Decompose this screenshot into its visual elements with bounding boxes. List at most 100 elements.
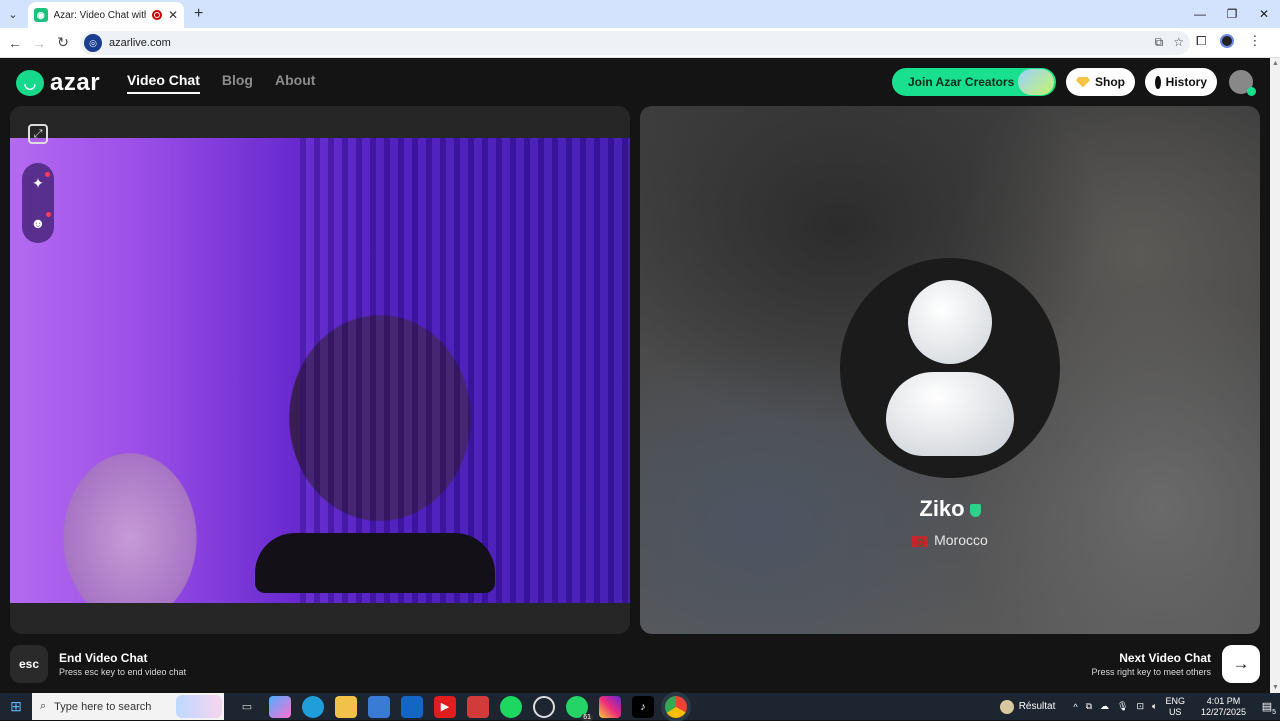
windows-start-icon[interactable]: ⊞ bbox=[0, 693, 32, 720]
copilot-icon[interactable] bbox=[269, 695, 291, 718]
cloud-icon[interactable]: ☁ bbox=[1100, 701, 1109, 712]
my-video-panel: ⤢ ✦ ☻ bbox=[10, 106, 630, 634]
end-chat-hint: Press esc key to end video chat bbox=[59, 667, 187, 677]
omnibox[interactable]: ◎ azarlive.com ⧉ ☆ bbox=[80, 31, 1190, 55]
back-button[interactable]: ← bbox=[3, 31, 27, 55]
next-chat-hint: Press right key to meet others bbox=[1091, 667, 1211, 677]
lang-code: ENG bbox=[1165, 695, 1185, 706]
partner-avatar-placeholder bbox=[840, 258, 1060, 478]
sticker-face-icon[interactable]: ☻ bbox=[31, 212, 52, 231]
instagram-icon[interactable] bbox=[599, 695, 621, 718]
end-chat-title: End Video Chat bbox=[59, 651, 148, 665]
partner-video-panel: Ziko Morocco bbox=[640, 106, 1260, 634]
next-chat-button[interactable]: → bbox=[1222, 645, 1260, 683]
page-scrollbar[interactable]: ▲ ▼ bbox=[1270, 58, 1280, 693]
language-indicator[interactable]: ENG US bbox=[1165, 696, 1185, 718]
notification-center-icon[interactable]: ▤ 5 bbox=[1254, 693, 1280, 720]
nav-video-chat[interactable]: Video Chat bbox=[127, 72, 200, 94]
online-badge-icon bbox=[1247, 87, 1256, 96]
nav-blog[interactable]: Blog bbox=[222, 72, 253, 94]
reload-button[interactable]: ↻ bbox=[51, 31, 75, 55]
self-camera-feed bbox=[10, 138, 630, 603]
profile-icon[interactable] bbox=[1220, 34, 1235, 48]
logo-text: azar bbox=[50, 69, 101, 96]
film-app-icon[interactable] bbox=[467, 695, 489, 718]
main-nav: Video Chat Blog About bbox=[127, 72, 315, 94]
history-button[interactable]: History bbox=[1145, 68, 1217, 96]
creators-badge-icon bbox=[1018, 69, 1054, 95]
chrome-icon[interactable] bbox=[665, 695, 687, 718]
azar-logo[interactable]: ◡ azar bbox=[16, 69, 100, 97]
partner-country: Morocco bbox=[934, 532, 988, 548]
tray-app-icon[interactable]: ⧉ bbox=[1086, 701, 1092, 712]
install-app-icon[interactable]: ⧉ bbox=[1155, 35, 1164, 50]
azar-favicon-icon: ◉ bbox=[34, 8, 48, 22]
close-tab-icon[interactable]: ✕ bbox=[168, 8, 178, 22]
clock-time: 4:01 PM bbox=[1206, 695, 1241, 706]
edge-icon[interactable] bbox=[302, 695, 324, 718]
whatsapp-icon[interactable]: 61 bbox=[566, 695, 593, 721]
url-text: azarlive.com bbox=[109, 37, 171, 49]
pinned-apps: ▭ ▶ 61 ♪ bbox=[236, 695, 687, 721]
nav-about[interactable]: About bbox=[275, 72, 315, 94]
shop-label: Shop bbox=[1095, 75, 1125, 89]
expand-icon[interactable]: ⤢ bbox=[28, 124, 48, 144]
weather-label: Résultat bbox=[1018, 701, 1056, 712]
speedometer-icon[interactable] bbox=[533, 695, 555, 718]
new-tab-button[interactable]: + bbox=[194, 5, 203, 23]
extensions-icon[interactable]: ⧠ bbox=[1196, 33, 1206, 49]
active-tab[interactable]: ◉ Azar: Video Chat with New ✕ bbox=[28, 2, 184, 28]
address-bar-row: ← → ↻ ◎ azarlive.com ⧉ ☆ bbox=[0, 28, 1280, 58]
microphone-icon[interactable]: 🎙︎ bbox=[1117, 701, 1128, 712]
azar-logo-icon: ◡ bbox=[16, 70, 44, 96]
sunglasses bbox=[255, 533, 495, 593]
join-creators-button[interactable]: Join Azar Creators bbox=[892, 68, 1056, 96]
store-icon[interactable] bbox=[368, 695, 390, 718]
notification-count: 5 bbox=[1272, 709, 1276, 716]
history-label: History bbox=[1165, 75, 1207, 89]
network-icon[interactable]: ⊡ bbox=[1136, 701, 1144, 712]
search-icon: ⌕ bbox=[40, 700, 47, 712]
menu-kebab-icon[interactable]: ⋮ bbox=[1248, 33, 1261, 49]
toolbar-extensions: ⧠ ⋮ bbox=[1196, 33, 1261, 49]
task-view-icon[interactable]: ▭ bbox=[236, 696, 258, 718]
avatar-head bbox=[908, 280, 992, 364]
outlook-icon[interactable] bbox=[401, 695, 423, 718]
arrow-right-icon: → bbox=[1232, 654, 1250, 673]
sparkle-effects-icon[interactable]: ✦ bbox=[32, 171, 50, 192]
site-info-icon[interactable]: ◎ bbox=[84, 34, 102, 52]
scroll-up-icon[interactable]: ▲ bbox=[1272, 60, 1279, 67]
partner-name-row: Ziko bbox=[640, 496, 1260, 522]
scroll-down-icon[interactable]: ▼ bbox=[1272, 684, 1279, 691]
youtube-icon[interactable]: ▶ bbox=[434, 695, 456, 718]
tab-title: Azar: Video Chat with New bbox=[53, 9, 147, 21]
partner-name: Ziko bbox=[919, 496, 965, 521]
system-tray: Résultat ^ ⧉ ☁ 🎙︎ ⊡ 🔈︎ ENG US 4:01 PM 12… bbox=[999, 693, 1280, 720]
restore-button[interactable]: ❐ bbox=[1216, 0, 1248, 28]
clock-icon bbox=[1155, 75, 1162, 89]
forward-button[interactable]: → bbox=[27, 31, 51, 55]
morocco-flag-icon bbox=[912, 535, 929, 547]
creators-label: Join Azar Creators bbox=[908, 75, 1015, 89]
tiktok-icon[interactable]: ♪ bbox=[632, 695, 654, 718]
close-window-button[interactable]: ✕ bbox=[1248, 0, 1280, 28]
window-controls: — ❐ ✕ bbox=[1184, 0, 1280, 28]
bookmark-star-icon[interactable]: ☆ bbox=[1173, 35, 1184, 50]
windows-taskbar: ⊞ ⌕ Type here to search ▭ ▶ 61 ♪ Résulta… bbox=[0, 693, 1280, 721]
volume-icon[interactable]: 🔈︎ bbox=[1152, 701, 1157, 712]
next-chat-title: Next Video Chat bbox=[1119, 651, 1211, 665]
user-avatar[interactable] bbox=[1229, 70, 1256, 96]
minimize-button[interactable]: — bbox=[1184, 0, 1216, 28]
whatsapp-badge: 61 bbox=[581, 713, 593, 721]
taskbar-search[interactable]: ⌕ Type here to search bbox=[32, 693, 224, 720]
shop-button[interactable]: Shop bbox=[1066, 68, 1135, 96]
spotify-icon[interactable] bbox=[500, 695, 522, 718]
file-explorer-icon[interactable] bbox=[335, 695, 357, 718]
chevron-up-icon[interactable]: ^ bbox=[1073, 702, 1077, 712]
weather-widget[interactable]: Résultat bbox=[999, 699, 1056, 714]
tab-search-button[interactable]: ⌄ bbox=[0, 0, 26, 28]
clock[interactable]: 4:01 PM 12/27/2025 bbox=[1201, 696, 1246, 718]
end-chat-button[interactable]: esc bbox=[10, 645, 48, 683]
search-placeholder: Type here to search bbox=[54, 700, 152, 713]
search-highlight-image bbox=[176, 695, 222, 718]
